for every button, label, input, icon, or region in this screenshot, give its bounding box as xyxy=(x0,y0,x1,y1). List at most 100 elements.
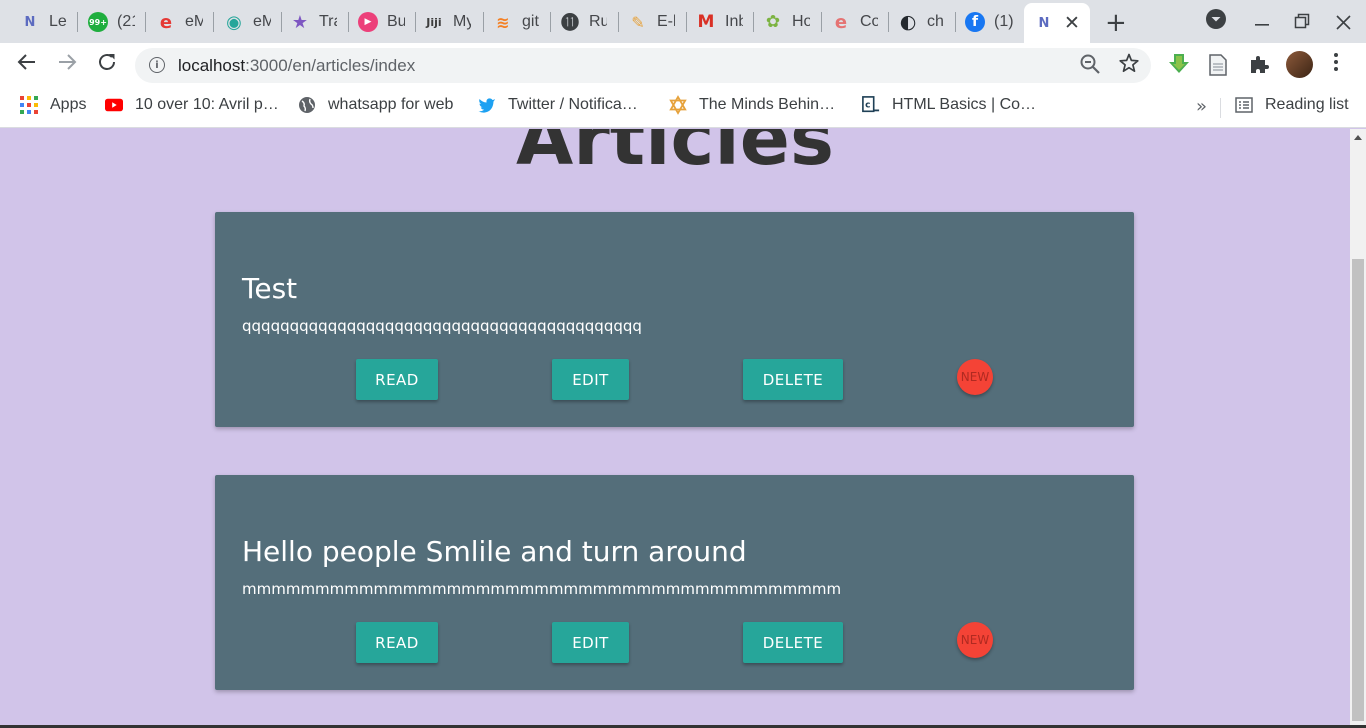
page-viewport: Articles Test qqqqqqqqqqqqqqqqqqqqqqqqqq… xyxy=(0,129,1350,728)
browser-tab[interactable]: ★ Tra xyxy=(290,5,337,39)
browser-tab[interactable]: Jiji My xyxy=(424,5,471,39)
tab-title: (1) xyxy=(994,13,1014,30)
new-badge: NEW xyxy=(957,359,993,395)
tab-separator xyxy=(213,12,214,32)
bookmark-apps[interactable]: Apps xyxy=(20,96,86,114)
tab-title: (21 xyxy=(117,13,135,30)
bookmark-star-icon[interactable] xyxy=(1118,52,1140,79)
tab-title: E-l xyxy=(657,13,675,30)
zoom-icon[interactable] xyxy=(1079,53,1101,80)
reading-list-button[interactable]: Reading list xyxy=(1235,96,1349,114)
browser-tab[interactable]: ⓫ Ru xyxy=(560,5,607,39)
tab-favicon-icon: N xyxy=(1038,15,1050,31)
tab-separator xyxy=(77,12,78,32)
bookmark-item[interactable]: whatsapp for web xyxy=(298,96,453,114)
new-badge: NEW xyxy=(957,622,993,658)
minimize-icon[interactable] xyxy=(1254,6,1270,33)
back-icon[interactable] xyxy=(16,51,38,79)
tab-favicon-icon: ✿ xyxy=(765,12,781,32)
apps-grid-icon xyxy=(20,96,38,114)
extensions-puzzle-icon[interactable] xyxy=(1249,54,1269,79)
tab-favicon-icon: Jiji xyxy=(426,15,442,29)
browser-tab[interactable]: ✿ Ho xyxy=(763,5,810,39)
active-browser-tab[interactable]: N ✕ xyxy=(1024,3,1090,43)
tab-separator xyxy=(348,12,349,32)
twitter-icon xyxy=(478,96,496,114)
tab-favicon-icon: e xyxy=(159,11,173,33)
tab-favicon-icon: M xyxy=(697,12,715,32)
edit-button[interactable]: EDIT xyxy=(552,359,629,400)
read-button[interactable]: READ xyxy=(356,359,438,400)
browser-tab[interactable]: ◉ eM xyxy=(224,5,271,39)
bookmark-item[interactable]: Twitter / Notifica… xyxy=(478,96,638,114)
tab-title: eM xyxy=(185,13,203,30)
browser-tab[interactable]: ▶ Bu xyxy=(358,5,405,39)
new-tab-button[interactable]: + xyxy=(1105,8,1127,38)
reading-list-label: Reading list xyxy=(1265,96,1349,113)
tab-title: Co xyxy=(860,13,878,30)
tab-separator xyxy=(955,12,956,32)
profile-avatar[interactable] xyxy=(1286,51,1313,78)
article-title: Test xyxy=(242,272,298,305)
tab-separator xyxy=(550,12,551,32)
bookmark-item[interactable]: 10 over 10: Avril p… xyxy=(105,96,279,114)
bookmarks-overflow-button[interactable]: » xyxy=(1196,96,1207,117)
bookmarks-divider xyxy=(1220,98,1221,118)
document-extension-icon[interactable] xyxy=(1209,54,1227,81)
tab-separator xyxy=(686,12,687,32)
browser-tab[interactable]: N Le xyxy=(20,5,67,39)
svg-text:c: c xyxy=(865,101,870,111)
bookmark-item[interactable]: The Minds Behin… xyxy=(669,95,835,115)
browser-tab[interactable]: 99+ (21 xyxy=(88,5,135,39)
site-info-icon[interactable]: i xyxy=(149,57,165,73)
browser-tab[interactable]: ◐ ch xyxy=(898,5,945,39)
tab-separator xyxy=(618,12,619,32)
delete-button[interactable]: DELETE xyxy=(743,359,843,400)
article-card: Hello people Smlile and turn around mmmm… xyxy=(215,475,1134,690)
article-card: Test qqqqqqqqqqqqqqqqqqqqqqqqqqqqqqqqqqq… xyxy=(215,212,1134,427)
globe-icon xyxy=(298,96,316,114)
vertical-scrollbar[interactable] xyxy=(1350,129,1366,728)
browser-toolbar: i localhost:3000/en/articles/index xyxy=(0,43,1366,88)
close-tab-icon[interactable]: ✕ xyxy=(1064,12,1080,34)
bookmark-item[interactable]: c HTML Basics | Co… xyxy=(862,96,1036,114)
menu-kebab-icon[interactable] xyxy=(1333,51,1339,79)
scrollbar-thumb[interactable] xyxy=(1352,259,1364,721)
forward-icon[interactable] xyxy=(56,51,78,79)
bookmark-label: 10 over 10: Avril p… xyxy=(135,96,279,113)
restore-icon[interactable] xyxy=(1294,10,1310,34)
browser-tab[interactable]: f (1) xyxy=(965,5,1016,39)
tab-separator xyxy=(145,12,146,32)
bookmark-label: HTML Basics | Co… xyxy=(892,96,1037,113)
scroll-up-arrow-icon[interactable] xyxy=(1354,133,1362,143)
tab-separator xyxy=(753,12,754,32)
browser-tab[interactable]: e eM xyxy=(156,5,203,39)
url-text[interactable]: localhost:3000/en/articles/index xyxy=(178,56,415,76)
tab-favicon-icon: N xyxy=(24,14,36,30)
article-title: Hello people Smlile and turn around xyxy=(242,535,747,568)
delete-button[interactable]: DELETE xyxy=(743,622,843,663)
url-path: :3000/en/articles/index xyxy=(245,56,416,75)
tab-title: Ru xyxy=(589,13,607,30)
tab-favicon-icon: ✎ xyxy=(631,12,645,32)
tab-strip: N Le 99+ (21 e eM ◉ eM ★ Tra ▶ Bu Jiji M… xyxy=(0,0,1366,43)
address-bar[interactable]: i localhost:3000/en/articles/index xyxy=(135,48,1151,83)
browser-tab[interactable]: M Inb xyxy=(696,5,743,39)
tab-favicon-icon: ◐ xyxy=(899,11,917,33)
tab-search-icon[interactable] xyxy=(1205,8,1227,35)
tab-favicon-icon: ◉ xyxy=(226,11,242,33)
article-body: mmmmmmmmmmmmmmmmmmmmmmmmmmmmmmmmmmmmmmmm… xyxy=(242,580,842,598)
browser-tab[interactable]: e Co xyxy=(831,5,878,39)
star-of-david-icon xyxy=(669,95,687,115)
bookmarks-bar: Apps 10 over 10: Avril p… whatsapp for w… xyxy=(0,88,1366,128)
tab-title: ch xyxy=(927,13,944,30)
edit-button[interactable]: EDIT xyxy=(552,622,629,663)
browser-tab[interactable]: ✎ E-l xyxy=(628,5,675,39)
reload-icon[interactable] xyxy=(96,51,118,79)
download-extension-icon[interactable] xyxy=(1168,52,1190,81)
close-window-icon[interactable] xyxy=(1336,11,1351,35)
tab-title: git xyxy=(522,13,539,30)
youtube-icon xyxy=(105,96,123,114)
read-button[interactable]: READ xyxy=(356,622,438,663)
browser-tab[interactable]: ≋ git xyxy=(493,5,540,39)
